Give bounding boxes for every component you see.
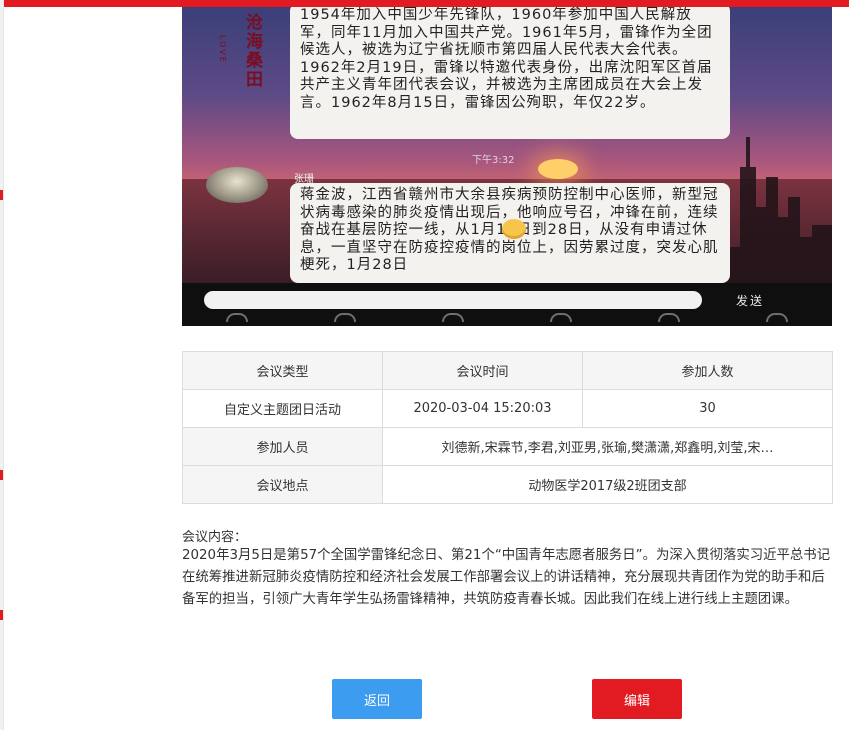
left-scroll-rail <box>0 0 4 730</box>
participants-label: 参加人员 <box>182 427 383 466</box>
voice-icon <box>226 313 248 322</box>
smile-emoji-icon <box>502 219 526 239</box>
table-row: 参加人员 刘德新,宋霖节,李君,刘亚男,张瑜,樊潇潇,郑鑫明,刘莹,宋… <box>182 427 833 466</box>
location-label: 会议地点 <box>182 465 383 504</box>
top-accent-bar <box>0 0 849 7</box>
location-value: 动物医学2017级2班团支部 <box>382 465 833 504</box>
chat-bubble: 1954年加入中国少年先锋队，1960年参加中国人民解放军，同年11月加入中国共… <box>290 7 730 139</box>
content-label: 会议内容： <box>182 530 248 545</box>
table-header-row: 会议类型 会议时间 参加人数 <box>182 351 833 390</box>
plus-icon <box>766 313 788 322</box>
meeting-type-value: 自定义主题团日活动 <box>182 389 383 428</box>
image-icon <box>334 313 356 322</box>
camera-icon <box>442 313 464 322</box>
poem-text: 沧海桑田 <box>242 13 262 89</box>
edit-button[interactable]: 编辑 <box>592 679 682 719</box>
rail-marker <box>0 610 3 620</box>
chat-avatar <box>206 167 268 203</box>
header-meeting-type: 会议类型 <box>182 351 383 390</box>
rail-marker <box>0 190 3 200</box>
gift-icon <box>550 313 572 322</box>
chat-time: 下午3:32 <box>472 155 515 166</box>
table-row: 自定义主题团日活动 2020-03-04 15:20:03 30 <box>182 389 833 428</box>
chat-input-bar: 发送 <box>182 283 832 326</box>
rail-marker <box>0 470 3 480</box>
content-body: 2020年3月5日是第57个全国学雷锋纪念日、第21个“中国青年志愿者服务日”。… <box>182 548 831 607</box>
meeting-photo: LOVE 沧海桑田 1954年加入中国少年先锋队，1960年参加中国人民解放军，… <box>182 7 832 326</box>
table-row: 会议地点 动物医学2017级2班团支部 <box>182 465 833 504</box>
meeting-time-value: 2020-03-04 15:20:03 <box>382 389 583 428</box>
participant-count-value: 30 <box>582 389 833 428</box>
meeting-info-table: 会议类型 会议时间 参加人数 自定义主题团日活动 2020-03-04 15:2… <box>182 351 833 504</box>
send-label: 发送 <box>736 294 765 308</box>
photo-sun <box>538 159 578 179</box>
emoji-icon <box>658 313 680 322</box>
header-meeting-time: 会议时间 <box>382 351 583 390</box>
participants-value: 刘德新,宋霖节,李君,刘亚男,张瑜,樊潇潇,郑鑫明,刘莹,宋… <box>382 427 833 466</box>
header-participant-count: 参加人数 <box>582 351 833 390</box>
back-button[interactable]: 返回 <box>332 679 422 719</box>
chat-input-field <box>204 291 702 309</box>
